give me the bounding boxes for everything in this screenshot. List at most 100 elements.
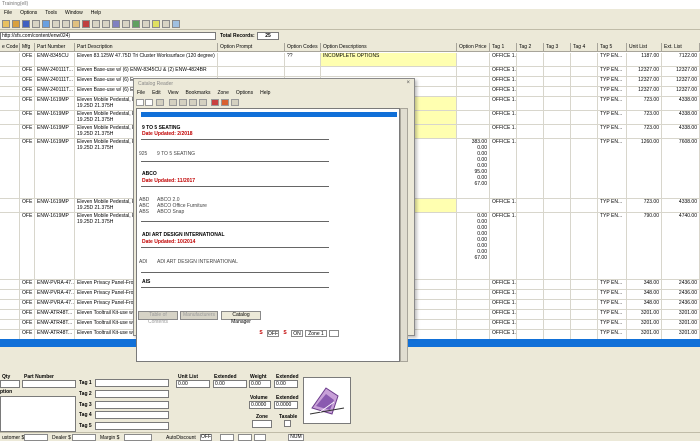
table-cell[interactable]: TYP EN... [598,320,627,330]
table-cell[interactable]: 723.00 [627,97,662,111]
table-cell[interactable]: TYP EN... [598,199,627,213]
table-cell[interactable]: 3201.00 [662,320,700,330]
s2-on-status[interactable]: ON [291,330,303,337]
table-cell[interactable]: ENW-1619MP [35,125,75,139]
table-cell[interactable]: OFE [20,53,35,67]
table-cell[interactable]: TYP EN... [598,330,627,339]
table-cell[interactable]: TYP EN... [598,213,627,280]
mfg-link[interactable]: ADI ART DESIGN INTERNATIONAL [157,259,238,265]
table-cell[interactable]: 12327.00 [627,67,662,77]
s-dollar-icon[interactable] [145,99,153,106]
table-cell[interactable]: OFFICE 1... [490,290,517,300]
table-cell[interactable] [457,310,490,320]
table-cell[interactable]: OFFICE 1... [490,77,517,87]
table-cell[interactable]: OFE [20,310,35,320]
table-cell[interactable]: TYP EN... [598,53,627,67]
table-cell[interactable] [517,125,544,139]
autodiscount-status[interactable]: OFF [200,434,212,441]
table-cell[interactable]: ENW-ATR48T... [35,320,75,330]
table-cell[interactable]: ENW-ATR48T... [35,310,75,320]
mfg-ais-name[interactable]: AIS [142,279,150,285]
table-cell[interactable] [544,53,571,67]
dlg-menu-file[interactable]: File [137,90,145,96]
table-cell[interactable] [457,111,490,125]
table-cell[interactable] [0,67,20,77]
table-cell[interactable] [544,97,571,111]
new-icon[interactable] [2,20,10,28]
taxable-checkbox[interactable] [284,420,291,427]
table-cell[interactable]: ENW-1619MP [35,97,75,111]
table-cell[interactable] [517,310,544,320]
table-cell[interactable]: 12327.00 [662,77,700,87]
column-header[interactable]: Option Prompt [218,43,285,52]
table-cell[interactable]: 2436.00 [662,300,700,310]
address-input[interactable]: http://sfs.com/content/enw024) [0,32,216,40]
table-cell[interactable]: 348.00 [627,290,662,300]
table-cell[interactable]: 3201.00 [627,330,662,339]
zone-icon[interactable] [211,99,219,106]
table-cell[interactable] [517,213,544,280]
table-cell[interactable] [544,310,571,320]
table-cell[interactable] [571,280,598,290]
table-cell[interactable] [517,199,544,213]
email-icon[interactable] [42,20,50,28]
table-cell[interactable] [571,199,598,213]
redo-icon[interactable] [102,20,110,28]
tag3-input[interactable] [95,401,169,409]
table-cell[interactable]: 3201.00 [662,310,700,320]
table-cell[interactable] [0,77,20,87]
table-cell[interactable] [571,87,598,97]
column-header[interactable]: Tag 4 [571,43,598,52]
table-cell[interactable]: 7608.00 [662,139,700,199]
table-cell[interactable]: 3201.00 [662,330,700,339]
table-cell[interactable]: 4338.00 [662,97,700,111]
table-cell[interactable]: OFE [20,67,35,77]
table-cell[interactable]: ENW-PVRA-47... [35,290,75,300]
table-cell[interactable]: OFFICE 1... [490,111,517,125]
table-cell[interactable]: ENW-1619MP [35,139,75,199]
copy-icon[interactable] [62,20,70,28]
column-header[interactable]: e Code [0,43,20,52]
settings-icon[interactable] [162,20,170,28]
table-cell[interactable]: 4338.00 [662,199,700,213]
table-cell[interactable]: ENW-PVRA-47... [35,280,75,290]
column-header[interactable]: Mfg [20,43,35,52]
table-cell[interactable]: TYP EN... [598,77,627,87]
table-cell[interactable] [0,213,20,280]
table-cell[interactable]: TYP EN... [598,97,627,111]
dlg-menu-options[interactable]: Options [236,90,253,96]
minus-icon[interactable] [199,99,207,106]
table-cell[interactable] [571,300,598,310]
column-header[interactable]: Tag 2 [517,43,544,52]
table-cell[interactable] [571,67,598,77]
tag1-input[interactable] [95,379,169,387]
tag4-input[interactable] [95,411,169,419]
menu-file[interactable]: File [4,10,12,16]
table-cell[interactable] [457,320,490,330]
column-header[interactable]: Tag 5 [598,43,627,52]
table-cell[interactable]: OFE [20,330,35,339]
table-cell[interactable]: 12327.00 [627,87,662,97]
close-icon[interactable]: × [406,80,410,86]
table-cell[interactable]: OFFICE 1... [490,97,517,111]
table-cell[interactable] [0,125,20,139]
table-cell[interactable]: 2436.00 [662,290,700,300]
table-cell[interactable] [218,53,285,67]
catalog-manager-button[interactable]: Catalog Manager [221,311,261,325]
table-cell[interactable] [544,330,571,339]
table-cell[interactable]: 723.00 [627,125,662,139]
column-header[interactable]: Part Description [75,43,218,52]
calculator-icon[interactable] [142,20,150,28]
table-cell[interactable] [571,139,598,199]
table-cell[interactable]: 1260.00 [627,139,662,199]
table-cell[interactable]: Eleven 83.125W 47.75D Tri Cluster Worksu… [75,53,218,67]
volume-input[interactable]: 0.0000 [249,401,271,409]
table-of-contents-button[interactable]: Table of Contents [138,311,178,325]
table-cell[interactable] [457,199,490,213]
table-cell[interactable]: TYP EN... [598,139,627,199]
table-cell[interactable] [321,67,457,77]
table-cell[interactable]: TYP EN... [598,67,627,77]
table-cell[interactable]: 723.00 [627,111,662,125]
table-cell[interactable] [517,300,544,310]
table-cell[interactable]: OFE [20,280,35,290]
